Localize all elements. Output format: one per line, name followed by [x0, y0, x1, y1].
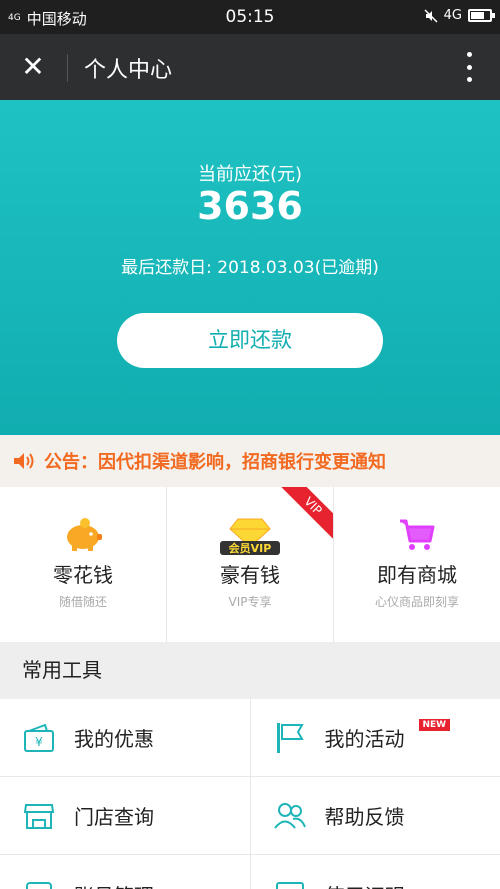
store-icon	[23, 803, 55, 829]
amount-due-value: 3636	[197, 184, 303, 228]
new-badge: NEW	[418, 719, 451, 731]
coupon-icon: ¥	[24, 723, 54, 752]
tool-row: 门店查询 帮助反馈	[0, 777, 500, 855]
status-bar: 4G 中国移动 05:15 4G	[0, 0, 500, 34]
shopping-cart-icon	[400, 519, 435, 550]
account-icon	[26, 882, 52, 889]
due-date-text: 最后还款日: 2018.03.03(已逾期)	[121, 258, 379, 278]
flag-icon	[276, 722, 304, 753]
product-subtitle: 随借随还	[58, 595, 107, 609]
tool-row: 账号管理 使用证明	[0, 855, 500, 889]
product-subtitle: 心仪商品即刻享	[374, 595, 459, 609]
svg-text:¥: ¥	[35, 735, 43, 749]
repayment-summary: 当前应还(元) 3636 最后还款日: 2018.03.03(已逾期) 立即还款	[0, 100, 500, 435]
repay-now-button[interactable]: 立即还款	[117, 313, 383, 368]
tool-certificate[interactable]: 使用证明	[249, 855, 500, 889]
tool-label: 我的活动	[324, 727, 405, 751]
help-users-icon	[273, 802, 306, 829]
product-pocket-money[interactable]: 零花钱 随借随还	[0, 487, 166, 642]
network-type: 4G	[443, 8, 462, 23]
tool-label: 账号管理	[74, 880, 154, 889]
tool-label: 门店查询	[74, 805, 154, 829]
status-bar-right: 4G	[424, 8, 495, 23]
page-title: 个人中心	[84, 58, 173, 83]
announcement-text: 公告：因代扣渠道影响，招商银行变更通知	[44, 452, 386, 473]
announcement-bar[interactable]: 公告：因代扣渠道影响，招商银行变更通知	[0, 435, 500, 487]
product-subtitle: VIP专享	[228, 595, 272, 609]
tool-store-lookup[interactable]: 门店查询	[0, 777, 250, 854]
tool-label: 使用证明	[325, 880, 405, 889]
product-name: 零花钱	[53, 563, 113, 587]
piggy-bank-icon	[67, 518, 102, 551]
amount-due-label: 当前应还(元)	[197, 164, 303, 185]
speaker-icon	[14, 453, 34, 469]
product-grid: 零花钱 随借随还 VIP 会员VIP 豪有钱 VIP专享 即有商城 心仪商品即刻…	[0, 487, 500, 642]
tool-label: 帮助反馈	[324, 805, 405, 829]
close-icon[interactable]: ✕	[18, 52, 48, 82]
vip-diamond-icon: 会员VIP	[220, 518, 280, 555]
battery-level	[471, 12, 484, 19]
tool-help-feedback[interactable]: 帮助反馈	[249, 777, 500, 854]
product-name: 豪有钱	[220, 563, 280, 587]
more-vertical-icon[interactable]	[464, 52, 474, 82]
nav-divider	[67, 54, 68, 82]
tool-label: 我的优惠	[74, 727, 154, 751]
product-vip-money[interactable]: VIP 会员VIP 豪有钱 VIP专享	[166, 487, 333, 642]
tool-account-management[interactable]: 账号管理	[0, 855, 250, 889]
product-name: 即有商城	[377, 563, 457, 587]
tool-my-coupons[interactable]: ¥ 我的优惠	[0, 699, 250, 776]
tool-row: ¥ 我的优惠 我的活动 NEW	[0, 699, 500, 777]
vip-badge-text: 会员VIP	[229, 541, 272, 555]
nav-bar: ✕ 个人中心	[0, 34, 500, 100]
mute-icon	[424, 8, 438, 23]
product-mall[interactable]: 即有商城 心仪商品即刻享	[333, 487, 500, 642]
battery-icon	[468, 9, 495, 22]
tools-grid: ¥ 我的优惠 我的活动 NEW 门店查询 帮助反馈	[0, 699, 500, 889]
tools-section-title: 常用工具	[0, 642, 500, 699]
tool-my-activities[interactable]: 我的活动 NEW	[249, 699, 500, 776]
certificate-icon	[275, 882, 304, 889]
